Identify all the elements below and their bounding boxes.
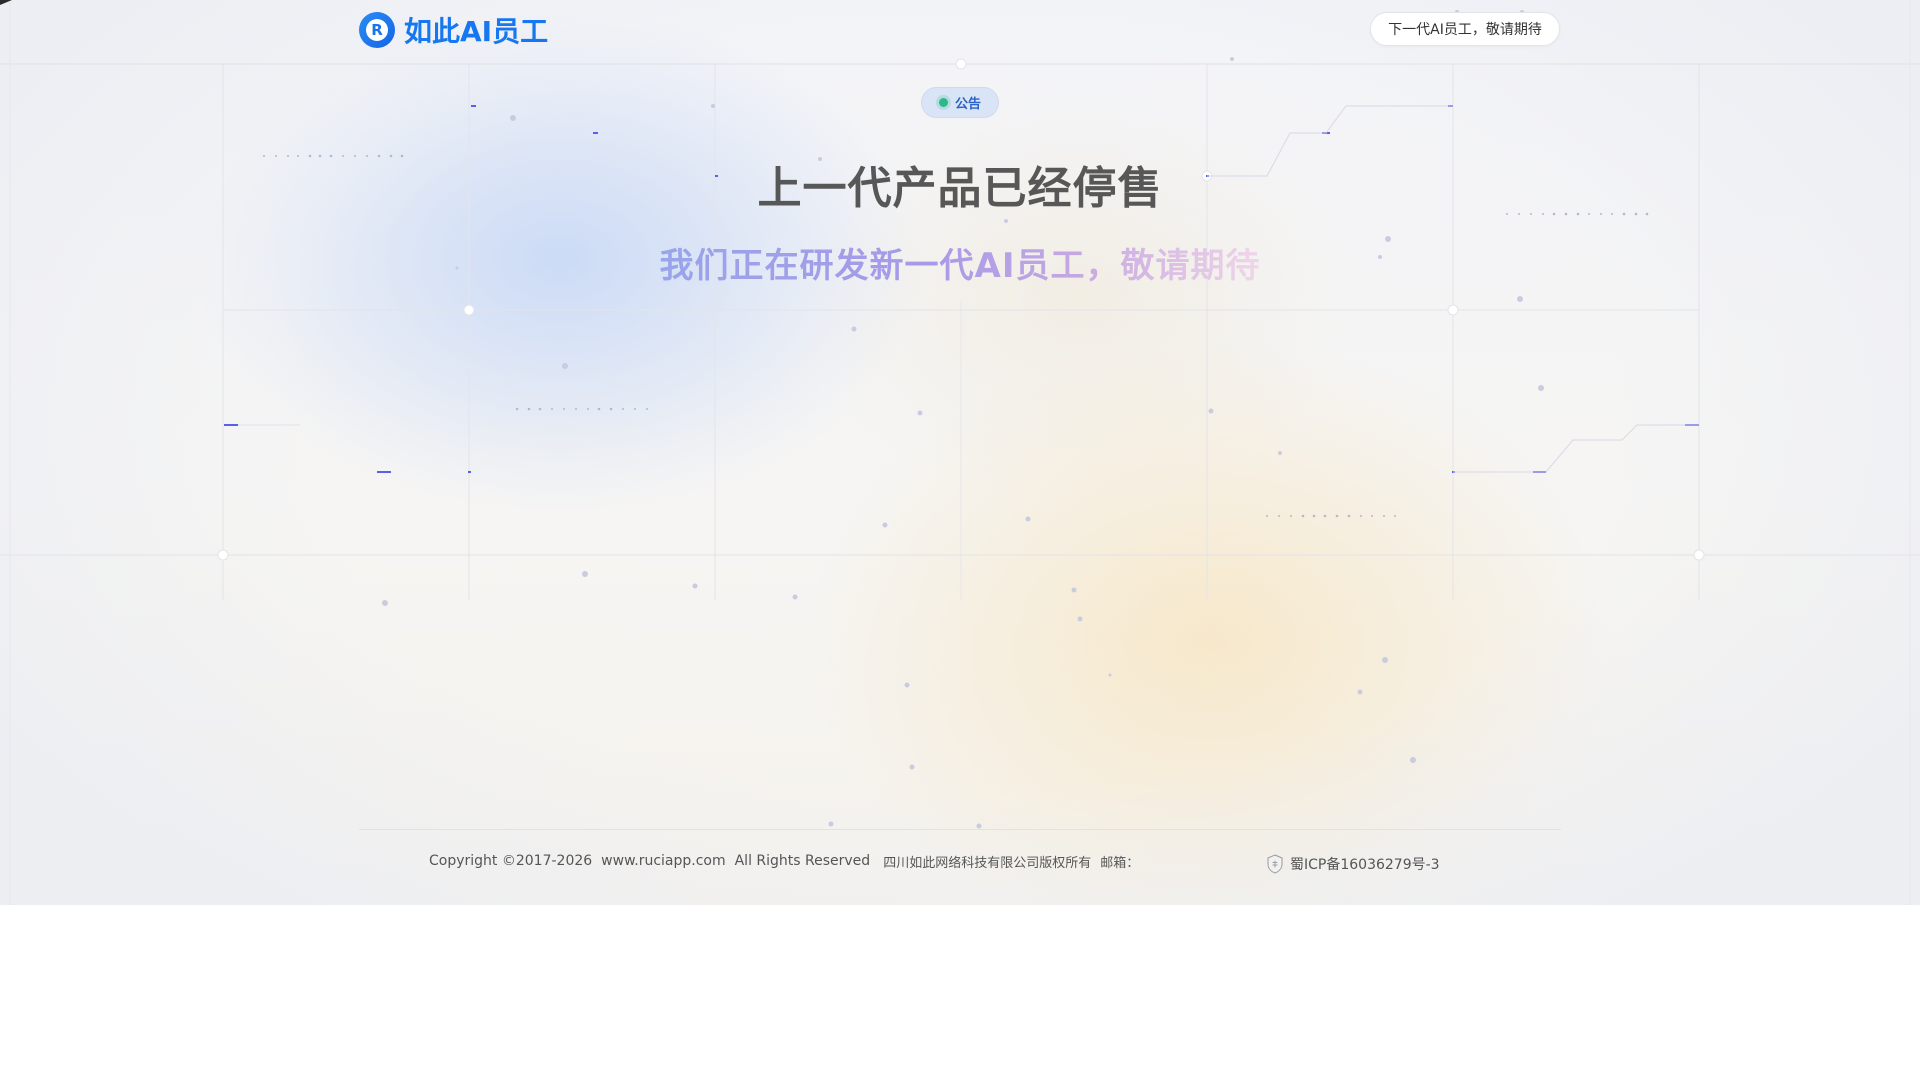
footer-icp-text: 蜀ICP备16036279号-3 [1290,857,1440,873]
footer-company: 四川如此网络科技有限公司版权所有 [883,855,1092,871]
r-logo-icon: R [359,12,395,48]
next-gen-cta-button[interactable]: 下一代AI员工，敬请期待 [1370,12,1560,46]
footer-rights: All Rights Reserved [734,853,871,869]
corner-mark [0,0,12,5]
footer-copyright: Copyright ©2017-2026 [429,853,593,869]
page-root: R 如此AI员工 下一代AI员工，敬请期待 公告 上一代产品已经停售 我们正在研… [0,0,1920,905]
announcement-badge-label: 公告 [954,97,981,112]
page-subtitle: 我们正在研发新一代AI员工，敬请期待 [660,238,1261,287]
brand-logo[interactable]: R 如此AI员工 [359,11,548,49]
announcement-badge: 公告 [921,87,999,118]
footer-copyright-row: Copyright ©2017-2026 www.ruciapp.com All… [429,851,1148,871]
footer-divider [359,829,1561,830]
page-title: 上一代产品已经停售 [757,163,1163,214]
footer-website-link[interactable]: www.ruciapp.com [601,853,725,869]
subtitle-wrap: 我们正在研发新一代AI员工，敬请期待 [0,238,1920,287]
footer-email-label: 邮箱： [1100,855,1140,871]
footer-icp-link[interactable]: 蜀ICP备16036279号-3 [1266,854,1440,874]
brand-name: 如此AI员工 [404,15,549,48]
shield-icon [1267,854,1283,874]
background-grid [0,0,1920,905]
green-dot-icon [938,98,948,107]
top-header: R 如此AI员工 下一代AI员工，敬请期待 [0,0,1920,62]
page-footer: Copyright ©2017-2026 www.ruciapp.com All… [0,851,1920,877]
